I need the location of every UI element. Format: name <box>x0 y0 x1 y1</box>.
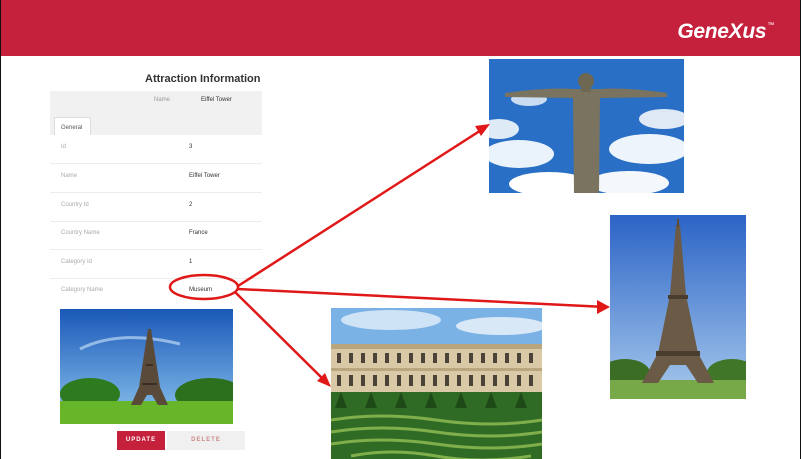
field-country-name: Country Name France <box>50 221 262 250</box>
field-value[interactable]: France <box>189 230 208 236</box>
field-value[interactable]: 1 <box>189 259 192 265</box>
field-label: Id <box>61 144 67 150</box>
field-value[interactable]: Eiffel Tower <box>189 173 220 179</box>
field-value[interactable]: 3 <box>189 144 192 150</box>
delete-button[interactable]: DELETE <box>167 431 245 450</box>
field-category-id: Category Id 1 <box>50 250 262 279</box>
field-label: Country Name <box>61 230 100 236</box>
field-label: Category Name <box>61 287 104 293</box>
field-label: Name <box>61 173 78 179</box>
field-label: Country Id <box>61 202 89 208</box>
genexus-logo: GeneXus™ <box>677 20 774 43</box>
field-label: Category Id <box>61 259 93 265</box>
field-value[interactable]: Museum <box>189 287 212 293</box>
page-title: Attraction Information <box>145 73 261 85</box>
eiffel-tower-photo <box>610 215 746 399</box>
record-name-value: Eiffel Tower <box>201 97 232 103</box>
field-country-id: Country Id 2 <box>50 193 262 222</box>
versailles-photo <box>331 308 542 459</box>
header-bar: GeneXus™ <box>1 0 800 56</box>
field-value[interactable]: 2 <box>189 202 192 208</box>
field-category-name: Category Name Museum <box>50 278 262 307</box>
attraction-photo <box>60 309 233 424</box>
christ-redeemer-photo <box>489 59 684 193</box>
field-id: Id 3 <box>50 135 262 164</box>
update-button[interactable]: UPDATE <box>117 431 165 450</box>
record-header: Name Eiffel Tower General <box>50 91 262 135</box>
tab-general[interactable]: General <box>54 117 91 135</box>
field-name: Name Eiffel Tower <box>50 164 262 193</box>
record-name-label: Name <box>154 97 171 103</box>
